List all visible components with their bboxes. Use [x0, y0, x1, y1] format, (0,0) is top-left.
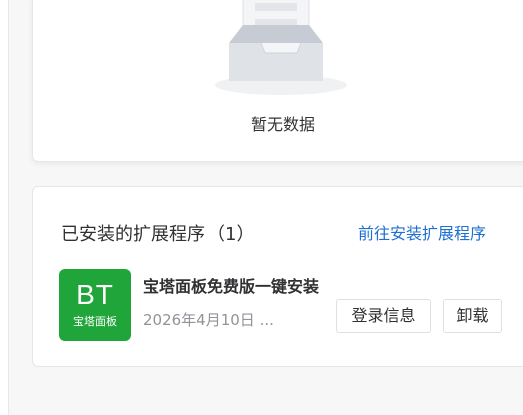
goto-install-extensions-link[interactable]: 前往安装扩展程序 — [358, 220, 486, 244]
installed-count: （1） — [207, 224, 255, 245]
empty-inbox-icon — [211, 0, 351, 97]
uninstall-button[interactable]: 卸载 — [443, 299, 502, 333]
login-info-button[interactable]: 登录信息 — [336, 299, 431, 333]
empty-state-card: 暂无数据 — [32, 0, 523, 162]
extension-install-date: 2026年4月10日 ... — [143, 311, 274, 329]
installed-extensions-title: 已安装的扩展程序 （1） — [61, 220, 254, 246]
installed-extensions-card: 已安装的扩展程序 （1） 前往安装扩展程序 BT 宝塔面板 宝塔面板免费版一键安装… — [32, 186, 523, 367]
page: 暂无数据 已安装的扩展程序 （1） 前往安装扩展程序 BT 宝塔面板 宝塔面板免费… — [0, 0, 523, 415]
empty-state-text: 暂无数据 — [250, 115, 315, 134]
bt-logo-sub-text: 宝塔面板 — [73, 315, 117, 328]
bt-panel-logo: BT 宝塔面板 — [59, 269, 131, 341]
bt-logo-main-text: BT — [76, 279, 114, 310]
left-sidebar-edge — [0, 0, 9, 415]
extension-row: BT 宝塔面板 宝塔面板免费版一键安装 2026年4月10日 ... 登录信息 … — [59, 269, 509, 341]
installed-title-text: 已安装的扩展程序 — [61, 224, 205, 245]
extension-name: 宝塔面板免费版一键安装 — [143, 277, 320, 296]
